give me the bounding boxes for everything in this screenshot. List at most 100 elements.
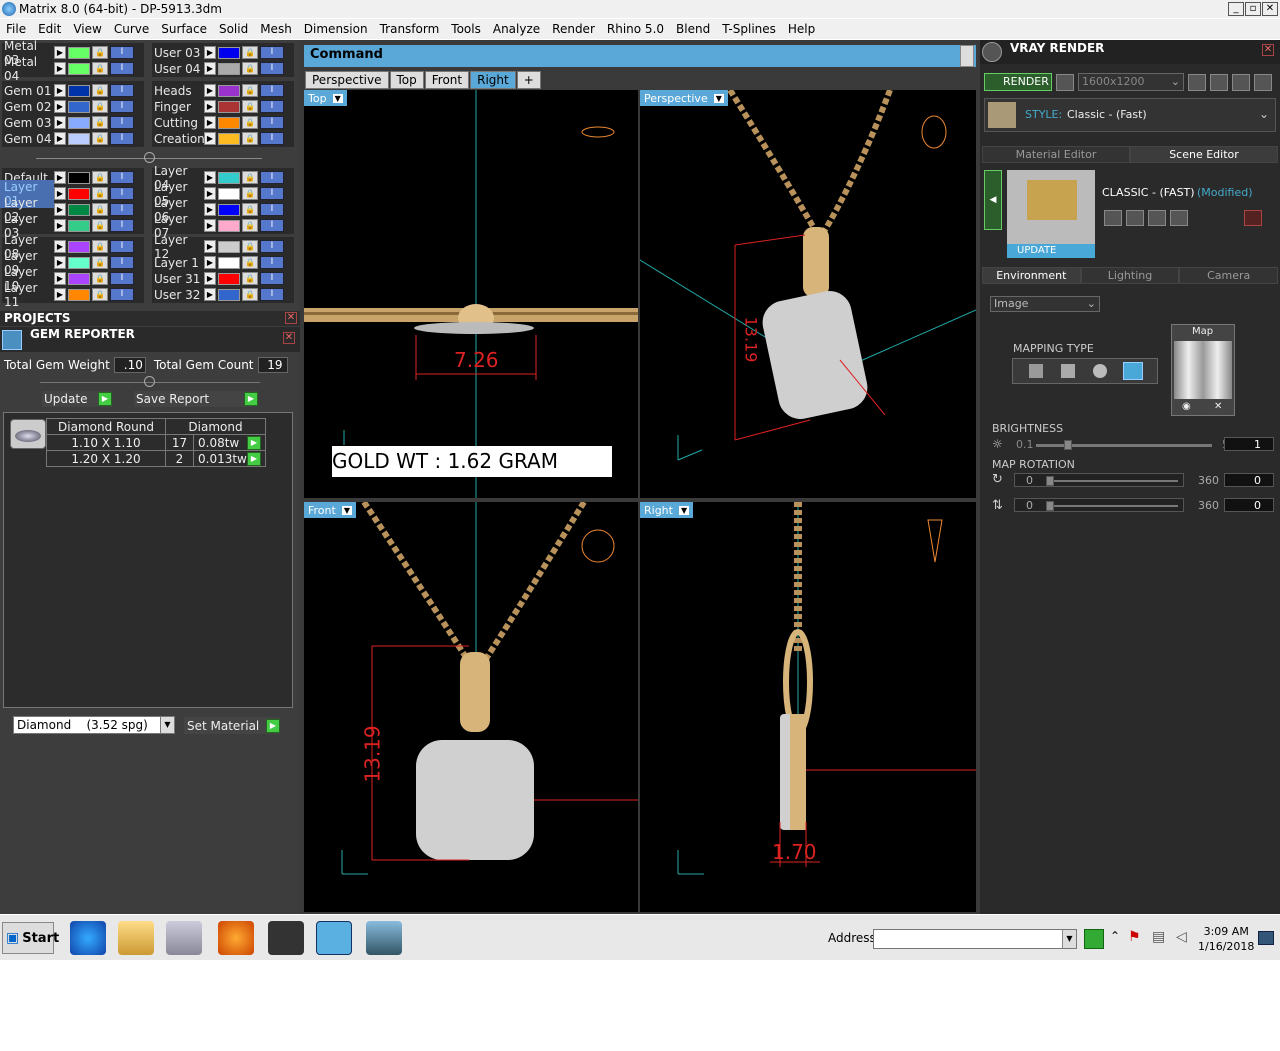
command-scrollbar[interactable] — [960, 45, 974, 67]
mapping-sphere-icon[interactable] — [1093, 364, 1107, 378]
visibility-icon[interactable]: I — [110, 116, 134, 129]
tab-top[interactable]: Top — [389, 71, 424, 89]
layer-color-swatch[interactable] — [218, 84, 240, 97]
layer-name[interactable]: User 04 — [150, 62, 204, 76]
layer-color-swatch[interactable] — [218, 171, 240, 184]
layer-color-swatch[interactable] — [218, 219, 240, 232]
layer-row[interactable]: Gem 01 ▶ 🔒 I — [0, 83, 134, 98]
visibility-icon[interactable]: I — [260, 187, 284, 200]
layer-name[interactable]: Layer 1 — [150, 256, 204, 270]
layer-row[interactable]: Layer 07 ▶ 🔒 I — [150, 212, 284, 240]
layer-color-swatch[interactable] — [68, 203, 90, 216]
collapse-handle-icon[interactable] — [144, 376, 155, 387]
menu-help[interactable]: Help — [782, 22, 821, 36]
rotation-2-value[interactable]: 0 — [1224, 498, 1274, 512]
layer-color-swatch[interactable] — [218, 272, 240, 285]
lock-icon[interactable]: 🔒 — [242, 219, 258, 232]
layer-color-swatch[interactable] — [68, 100, 90, 113]
lock-icon[interactable]: 🔒 — [242, 272, 258, 285]
gem-reporter-close-icon[interactable]: ✕ — [283, 332, 295, 344]
layer-color-swatch[interactable] — [218, 116, 240, 129]
layer-color-swatch[interactable] — [218, 46, 240, 59]
tab-camera[interactable]: Camera — [1179, 267, 1279, 284]
network-icon[interactable]: ▤ — [1152, 929, 1165, 945]
lock-icon[interactable]: 🔒 — [242, 116, 258, 129]
layer-row[interactable]: User 31 ▶ 🔒 I — [150, 271, 284, 286]
lock-icon[interactable]: 🔒 — [92, 100, 108, 113]
layer-name[interactable]: Gem 02 — [0, 100, 54, 114]
tab-front[interactable]: Front — [424, 71, 470, 89]
menu-analyze[interactable]: Analyze — [487, 22, 546, 36]
viewport-front[interactable]: Front ▼ 13.19 — [304, 502, 638, 912]
layer-color-swatch[interactable] — [218, 203, 240, 216]
menu-view[interactable]: View — [67, 22, 107, 36]
visibility-icon[interactable]: I — [110, 132, 134, 145]
close-button[interactable]: ✕ — [1262, 2, 1278, 16]
material-select[interactable]: Diamond (3.52 spg) ▼ — [13, 716, 175, 734]
layer-expand-icon[interactable]: ▶ — [54, 203, 66, 216]
update-thumbnail-button[interactable]: UPDATE — [1007, 244, 1095, 258]
resolution-select[interactable]: 1600x1200 ⌄ — [1078, 73, 1184, 91]
layer-color-swatch[interactable] — [68, 272, 90, 285]
layer-color-swatch[interactable] — [68, 187, 90, 200]
visibility-icon[interactable]: I — [260, 256, 284, 269]
lock-icon[interactable]: 🔒 — [242, 288, 258, 301]
render-button[interactable]: RENDER — [984, 73, 1052, 91]
visibility-icon[interactable]: I — [110, 100, 134, 113]
layer-name[interactable]: User 31 — [150, 272, 204, 286]
internet-explorer-icon[interactable] — [70, 921, 106, 955]
viewport-perspective[interactable]: Perspective ▼ 13.19 — [640, 90, 976, 498]
layer-color-swatch[interactable] — [68, 256, 90, 269]
layer-color-swatch[interactable] — [68, 132, 90, 145]
style-select[interactable]: STYLE: Classic - (Fast) ⌄ — [984, 98, 1276, 132]
lock-icon[interactable]: 🔒 — [242, 132, 258, 145]
layer-expand-icon[interactable]: ▶ — [54, 132, 66, 145]
lock-icon[interactable]: 🔒 — [242, 171, 258, 184]
layer-row[interactable]: User 03 ▶ 🔒 I — [150, 45, 284, 60]
layer-color-swatch[interactable] — [68, 240, 90, 253]
lock-icon[interactable]: 🔒 — [92, 171, 108, 184]
layer-expand-icon[interactable]: ▶ — [54, 171, 66, 184]
visibility-icon[interactable]: I — [110, 62, 134, 75]
layer-color-swatch[interactable] — [68, 288, 90, 301]
brightness-slider[interactable] — [1036, 444, 1212, 447]
lock-icon[interactable]: 🔒 — [242, 100, 258, 113]
layer-expand-icon[interactable]: ▶ — [54, 46, 66, 59]
lock-icon[interactable]: 🔒 — [242, 240, 258, 253]
layer-expand-icon[interactable]: ▶ — [204, 272, 216, 285]
rotation-2-slider-handle[interactable] — [1046, 501, 1054, 511]
minimize-button[interactable]: _ — [1228, 2, 1244, 16]
lock-icon[interactable]: 🔒 — [242, 46, 258, 59]
frame-buffer-icon[interactable] — [1210, 74, 1228, 91]
grid-icon[interactable] — [1254, 74, 1272, 91]
visibility-icon[interactable]: I — [260, 288, 284, 301]
import-icon[interactable] — [1170, 210, 1188, 226]
command-input[interactable] — [383, 47, 958, 65]
menu-mesh[interactable]: Mesh — [254, 22, 298, 36]
address-input[interactable]: ▼ — [873, 929, 1077, 949]
table-row[interactable]: 1.10 X 1.10 17 0.08tw ▶ — [46, 434, 266, 451]
scene-expand-icon[interactable]: ◀ — [984, 170, 1002, 230]
visibility-icon[interactable]: I — [110, 187, 134, 200]
layer-name[interactable]: Finger — [150, 100, 204, 114]
layer-row[interactable]: User 04 ▶ 🔒 I — [150, 61, 284, 76]
tab-scene-editor[interactable]: Scene Editor — [1130, 146, 1278, 163]
update-button[interactable]: Update ▶ — [42, 391, 112, 407]
layer-color-swatch[interactable] — [68, 46, 90, 59]
visibility-icon[interactable]: I — [260, 272, 284, 285]
layer-color-swatch[interactable] — [218, 62, 240, 75]
layer-expand-icon[interactable]: ▶ — [54, 62, 66, 75]
layer-row[interactable]: Gem 03 ▶ 🔒 I — [0, 115, 134, 130]
file-explorer-icon[interactable] — [118, 921, 154, 955]
rotation-2-slider[interactable] — [1050, 505, 1178, 507]
play-icon[interactable]: ▶ — [247, 451, 261, 466]
visibility-icon[interactable]: I — [110, 219, 134, 232]
layer-expand-icon[interactable]: ▶ — [204, 46, 216, 59]
tab-material-editor[interactable]: Material Editor — [982, 146, 1130, 163]
play-icon[interactable]: ▶ — [247, 435, 261, 450]
lock-icon[interactable]: 🔒 — [92, 187, 108, 200]
menu-dimension[interactable]: Dimension — [298, 22, 374, 36]
layer-expand-icon[interactable]: ▶ — [204, 288, 216, 301]
layer-expand-icon[interactable]: ▶ — [54, 256, 66, 269]
visibility-icon[interactable]: I — [260, 171, 284, 184]
